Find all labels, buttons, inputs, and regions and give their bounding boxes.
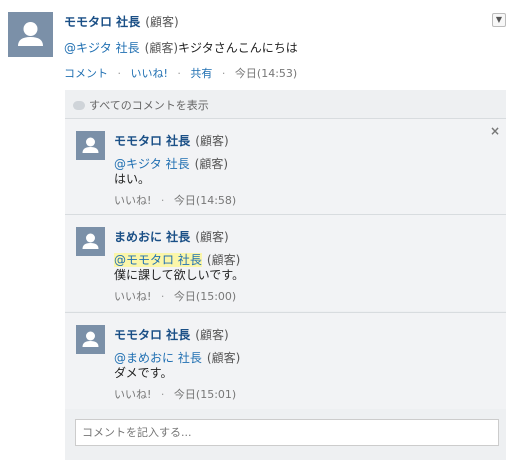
comment-mention-role: (顧客): [206, 253, 241, 267]
separator-dot: ·: [177, 67, 181, 80]
comment-author-role: (顧客): [195, 230, 229, 244]
post-menu-dropdown[interactable]: ▼: [492, 13, 506, 27]
comment-mention[interactable]: @モモタロ 社長: [114, 253, 202, 267]
comment-author-avatar[interactable]: [76, 325, 105, 354]
caret-down-icon: ▼: [495, 15, 503, 24]
post-mention[interactable]: @キジタ 社長: [64, 41, 140, 55]
comment-mention[interactable]: @キジタ 社長: [114, 157, 190, 171]
comment-author-avatar[interactable]: [76, 227, 105, 256]
comment-author-name[interactable]: モモタロ 社長: [114, 328, 190, 342]
comments-panel: すべてのコメントを表示 モモタロ 社長 (顧客) @キジタ 社長 (顧客) はい…: [65, 90, 506, 460]
comment-timestamp: 今日(14:58): [173, 194, 237, 207]
comment-item: モモタロ 社長 (顧客) @キジタ 社長 (顧客) はい。 いいね! · 今日(…: [65, 118, 506, 214]
separator-dot: ·: [160, 388, 165, 401]
comment-mention[interactable]: @まめおに 社長: [114, 351, 202, 365]
comment-meta: いいね! · 今日(15:01): [114, 386, 236, 402]
comment-timestamp: 今日(15:00): [173, 290, 237, 303]
comment-link[interactable]: コメント: [64, 67, 108, 80]
close-icon[interactable]: ×: [490, 124, 500, 138]
comment-timestamp: 今日(15:01): [173, 388, 237, 401]
like-link[interactable]: いいね!: [131, 67, 168, 80]
comment-text: 僕に課して欲しいです。: [114, 268, 245, 282]
comment-author-avatar[interactable]: [76, 131, 105, 160]
post-author-name[interactable]: モモタロ 社長: [64, 15, 140, 29]
speech-bubble-icon: [73, 101, 85, 110]
comment-header: モモタロ 社長 (顧客): [114, 130, 229, 149]
separator-dot: ·: [221, 67, 226, 80]
user-silhouette-icon: [82, 331, 99, 347]
comment-header: モモタロ 社長 (顧客): [114, 324, 229, 343]
comment-mention-role: (顧客): [194, 157, 229, 171]
separator-dot: ·: [117, 67, 122, 80]
post-header: モモタロ 社長 (顧客): [64, 11, 179, 30]
user-silhouette-icon: [82, 137, 99, 153]
comment-like-link[interactable]: いいね!: [114, 290, 151, 303]
post-timestamp: 今日(14:53): [234, 67, 298, 80]
show-all-comments-link[interactable]: すべてのコメントを表示: [73, 97, 209, 113]
post-body: @キジタ 社長 (顧客)キジタさんこんにちは: [64, 37, 298, 56]
separator-dot: ·: [160, 290, 165, 303]
comment-like-link[interactable]: いいね!: [114, 388, 151, 401]
comment-item: まめおに 社長 (顧客) @モモタロ 社長 (顧客) 僕に課して欲しいです。 い…: [65, 214, 506, 311]
comment-author-role: (顧客): [195, 328, 229, 342]
separator-dot: ·: [160, 194, 165, 207]
comment-meta: いいね! · 今日(14:58): [114, 192, 236, 208]
post-actions: コメント · いいね! · 共有 · 今日(14:53): [64, 65, 297, 81]
user-silhouette-icon: [18, 22, 43, 46]
post-text: キジタさんこんにちは: [178, 41, 298, 55]
comment-input[interactable]: [75, 419, 499, 446]
comment-header: まめおに 社長 (顧客): [114, 226, 229, 245]
comment-author-name[interactable]: まめおに 社長: [114, 230, 190, 244]
comment-author-role: (顧客): [195, 134, 229, 148]
share-link[interactable]: 共有: [190, 67, 212, 80]
comment-text: はい。: [114, 172, 151, 186]
post-author-role: (顧客): [145, 15, 179, 29]
user-silhouette-icon: [82, 233, 99, 249]
comment-text: ダメです。: [114, 366, 173, 380]
comment-item: モモタロ 社長 (顧客) @まめおに 社長 (顧客) ダメです。 いいね! · …: [65, 312, 506, 409]
comment-like-link[interactable]: いいね!: [114, 194, 151, 207]
comment-author-name[interactable]: モモタロ 社長: [114, 134, 190, 148]
show-all-label: すべてのコメントを表示: [89, 99, 209, 112]
post-mention-role: (顧客): [144, 41, 179, 55]
post-author-avatar[interactable]: [8, 12, 53, 57]
comment-meta: いいね! · 今日(15:00): [114, 288, 236, 304]
comment-mention-role: (顧客): [206, 351, 241, 365]
